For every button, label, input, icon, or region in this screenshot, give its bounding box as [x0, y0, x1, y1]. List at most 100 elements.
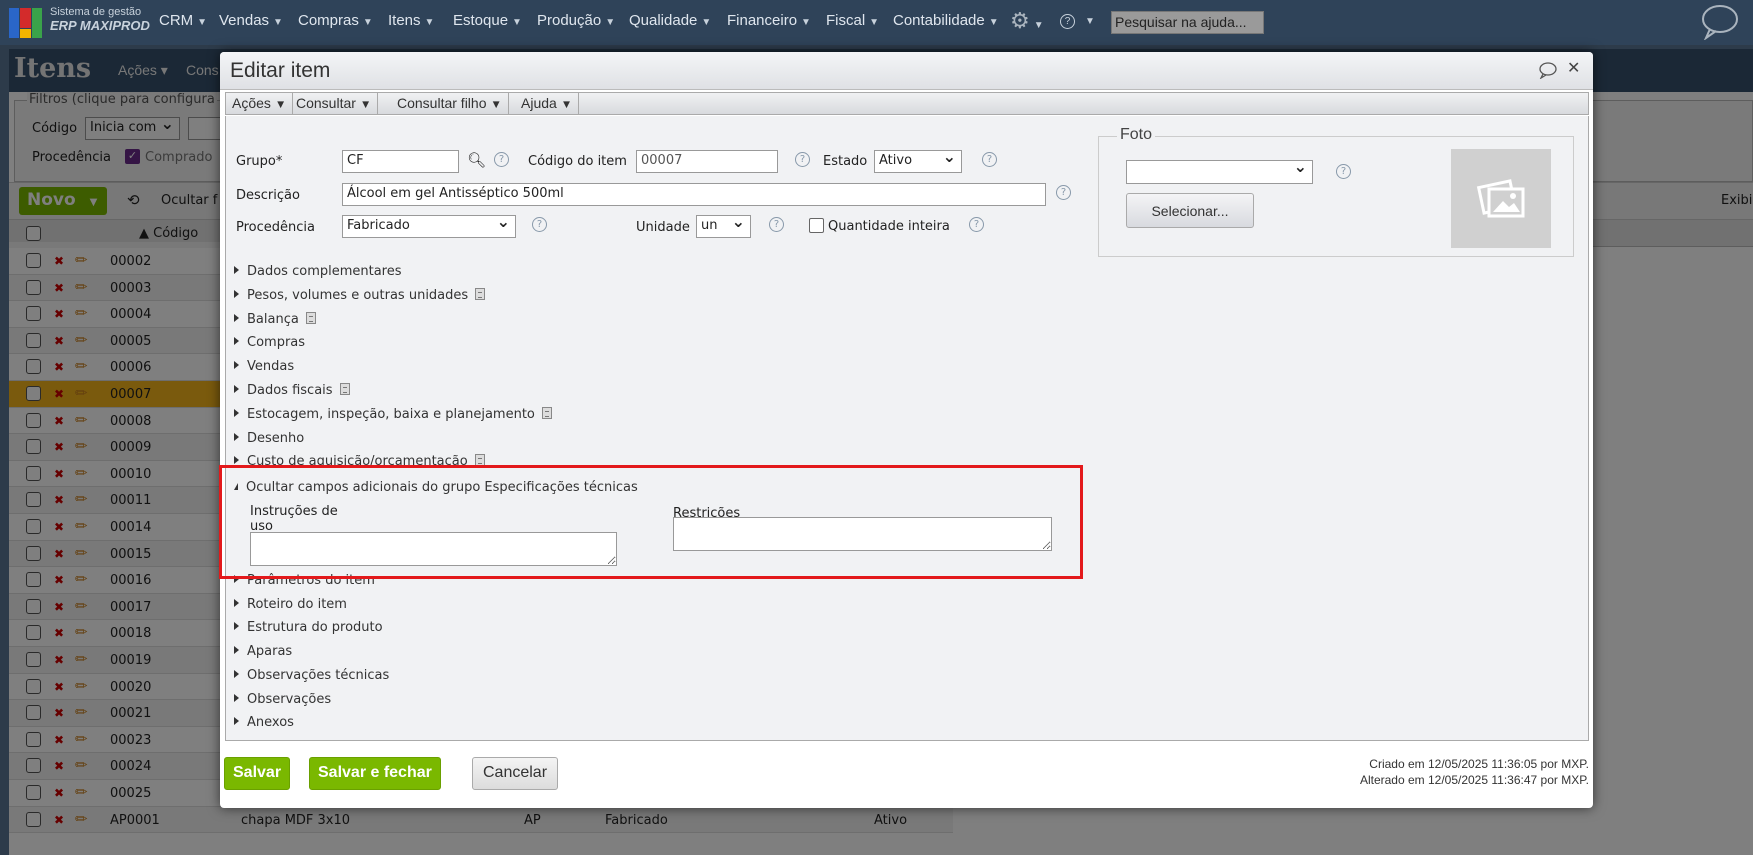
search-icon[interactable]: 🔍︎ [467, 151, 486, 169]
menu-compras[interactable]: Compras ▼ [298, 12, 373, 29]
help-icon[interactable]: ? [1336, 164, 1351, 179]
section-toggle[interactable]: Vendas [234, 359, 294, 374]
save-button[interactable]: Salvar [224, 757, 291, 790]
comment-icon[interactable] [1538, 61, 1558, 79]
menu-producao[interactable]: Produção ▼ [537, 12, 615, 29]
edit-item-dialog: Editar item ✕ Ações ▼ Consultar ▼ Consul… [220, 52, 1593, 808]
section-label: Vendas [247, 359, 295, 375]
gear-icon[interactable]: ⚙ ▼ [1010, 8, 1044, 34]
menu-financeiro[interactable]: Financeiro ▼ [727, 12, 811, 29]
help-search-input[interactable]: Pesquisar na ajuda... [1111, 11, 1264, 34]
menu-label: Vendas [219, 12, 270, 29]
section-label: Aparas [247, 644, 293, 660]
menu-label: Produção [537, 12, 602, 29]
created-info: Criado em 12/05/2025 11:36:05 por MXP. [1369, 757, 1589, 771]
toolbar-ajuda[interactable]: Ajuda ▼ [515, 93, 580, 114]
menu-label: Compras [298, 12, 359, 29]
modified-info: Alterado em 12/05/2025 11:36:47 por MXP. [1359, 773, 1589, 787]
menu-crm[interactable]: CRM ▼ [159, 12, 207, 29]
dialog-content: Grupo* CF 🔍︎ ? Código do item 00007 ? Es… [225, 116, 1589, 741]
brand-name: ERP MAXIPROD [50, 18, 150, 33]
quantidade-inteira-label: Quantidade inteira [828, 219, 950, 234]
toolbar-consultar-filho[interactable]: Consultar filho ▼ [391, 93, 509, 114]
section-toggle[interactable]: Roteiro do item [234, 597, 347, 612]
menu-label: Contabilidade [893, 12, 985, 29]
section-label: Estocagem, inspeção, baixa e planejament… [247, 406, 535, 422]
photo-placeholder [1451, 149, 1551, 248]
quantidade-inteira-checkbox[interactable] [809, 218, 824, 233]
section-toggle[interactable]: Dados fiscais [234, 383, 350, 398]
section-toggle[interactable]: Anexos [234, 715, 294, 730]
help-icon[interactable]: ? [982, 152, 997, 167]
document-icon [541, 406, 552, 419]
codigo-label: Código do item [528, 154, 627, 169]
section-toggle[interactable]: Compras [234, 335, 305, 350]
grupo-input[interactable]: CF [342, 150, 459, 173]
section-toggle[interactable]: Estrutura do produto [234, 620, 383, 635]
section-label: Roteiro do item [247, 596, 347, 612]
toolbar-acoes[interactable]: Ações ▼ [226, 93, 294, 114]
section-label: Dados complementares [247, 264, 402, 279]
help-icon[interactable]: ? [532, 217, 547, 232]
menu-label: Itens [388, 12, 421, 29]
section-toggle[interactable]: Desenho [234, 431, 304, 446]
foto-fieldset: Foto ? Selecionar... [1098, 126, 1574, 257]
menu-fiscal[interactable]: Fiscal ▼ [826, 12, 879, 29]
help-menu[interactable]: ? ▼ [1060, 11, 1095, 29]
image-icon [1476, 179, 1525, 218]
section-toggle[interactable]: Observações [234, 692, 331, 707]
descricao-input[interactable]: Álcool em gel Antisséptico 500ml [342, 183, 1046, 206]
help-icon[interactable]: ? [969, 217, 984, 232]
section-toggle[interactable]: Balança [234, 311, 316, 327]
estado-label: Estado [823, 154, 868, 169]
codigo-input[interactable]: 00007 [636, 150, 778, 173]
help-icon[interactable]: ? [795, 152, 810, 167]
section-toggle[interactable]: Pesos, volumes e outras unidades [234, 287, 486, 303]
section-label: Observações técnicas [247, 667, 390, 683]
menu-label: CRM [159, 12, 194, 29]
menu-label: Fiscal [826, 12, 866, 29]
section-label: Anexos [247, 715, 294, 731]
help-icon[interactable]: ? [494, 152, 509, 167]
close-icon[interactable]: ✕ [1567, 58, 1580, 77]
section-label: Pesos, volumes e outras unidades [247, 287, 469, 303]
descricao-label: Descrição [236, 188, 300, 203]
section-toggle[interactable]: Estocagem, inspeção, baixa e planejament… [234, 406, 552, 422]
help-icon[interactable]: ? [1056, 185, 1071, 200]
section-label: Estrutura do produto [247, 620, 383, 636]
section-toggle[interactable]: Observações técnicas [234, 668, 389, 683]
section-label: Balança [247, 311, 299, 327]
highlight-annotation-box [219, 465, 1083, 579]
menu-itens[interactable]: Itens ▼ [388, 12, 434, 29]
section-toggle[interactable]: Dados complementares [234, 264, 402, 279]
unidade-select[interactable]: un [696, 215, 751, 238]
menu-estoque[interactable]: Estoque ▼ [453, 12, 522, 29]
procedencia-label: Procedência [236, 220, 315, 235]
section-label: Desenho [247, 430, 305, 446]
dialog-title: Editar item [230, 59, 331, 82]
erp-logo[interactable] [9, 8, 43, 38]
dialog-toolbar: Ações ▼ Consultar ▼ Consultar filho ▼ Aj… [225, 92, 1589, 115]
section-label: Dados fiscais [247, 383, 333, 398]
section-toggle[interactable]: Aparas [234, 644, 292, 659]
menu-label: Qualidade [629, 12, 698, 29]
section-label: Observações [247, 691, 332, 707]
dialog-title-bar: Editar item ✕ [220, 52, 1593, 90]
menu-contabilidade[interactable]: Contabilidade ▼ [893, 12, 999, 29]
chat-icon[interactable] [1700, 4, 1740, 40]
selecionar-button[interactable]: Selecionar... [1126, 193, 1254, 228]
estado-select[interactable]: Ativo [874, 150, 962, 173]
menu-vendas[interactable]: Vendas ▼ [219, 12, 283, 29]
document-icon [339, 383, 350, 395]
procedencia-select[interactable]: Fabricado [342, 215, 516, 238]
grupo-label: Grupo* [236, 154, 283, 169]
help-icon: ? [1060, 14, 1075, 29]
foto-select[interactable] [1126, 160, 1313, 184]
toolbar-consultar[interactable]: Consultar ▼ [290, 93, 379, 114]
help-icon[interactable]: ? [769, 217, 784, 232]
cancel-button[interactable]: Cancelar [472, 757, 559, 790]
document-icon [305, 311, 316, 324]
menu-qualidade[interactable]: Qualidade ▼ [629, 12, 711, 29]
foto-legend: Foto [1117, 126, 1156, 144]
save-and-close-button[interactable]: Salvar e fechar [309, 757, 441, 790]
